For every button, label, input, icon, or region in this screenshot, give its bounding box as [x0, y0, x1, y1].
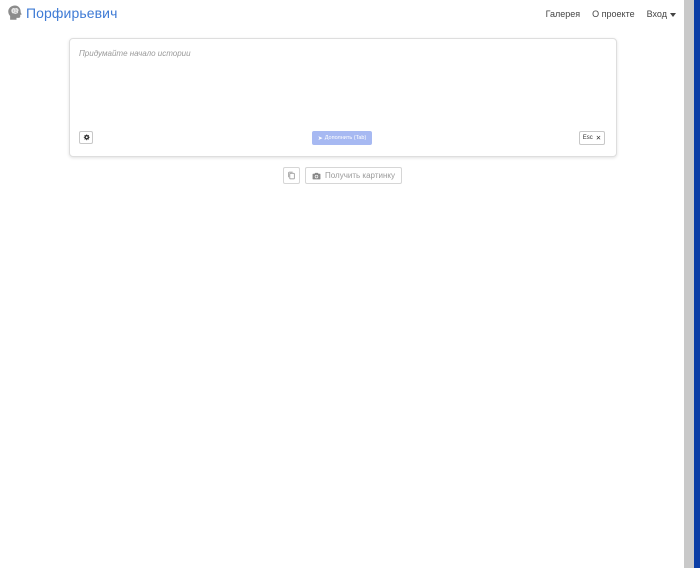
camera-icon: [312, 172, 321, 180]
brain-head-icon: [8, 5, 22, 20]
esc-button-label: Esc: [582, 135, 593, 141]
send-arrow-icon: ➤: [317, 135, 323, 142]
scrollbar-track-edge: [684, 0, 694, 568]
story-input[interactable]: [79, 49, 599, 129]
nav-login-label: Вход: [646, 9, 667, 19]
brand-link[interactable]: Порфирьевич: [6, 4, 118, 22]
nav-login-dropdown[interactable]: Вход: [647, 9, 676, 19]
scrollbar[interactable]: [684, 0, 700, 568]
caret-down-icon: [670, 12, 676, 17]
scrollbar-thumb[interactable]: [694, 0, 700, 568]
navbar: Порфирьевич Галерея О проекте Вход: [0, 0, 684, 30]
nav-gallery[interactable]: Галерея: [546, 9, 581, 19]
get-picture-label: Получить картинку: [325, 171, 395, 180]
close-icon: ✕: [595, 135, 602, 142]
gear-icon: [83, 134, 90, 141]
complete-button-label: Дополнить (Tab): [324, 135, 367, 141]
page: Порфирьевич Галерея О проекте Вход ➤ Доп…: [0, 0, 700, 568]
esc-button[interactable]: Esc ✕: [579, 131, 605, 145]
complete-button[interactable]: ➤ Дополнить (Tab): [312, 131, 372, 145]
copy-icon: [288, 171, 295, 180]
get-picture-button[interactable]: Получить картинку: [305, 167, 402, 184]
copy-button[interactable]: [283, 167, 300, 184]
settings-button[interactable]: [79, 131, 93, 144]
brand-name: Порфирьевич: [26, 5, 118, 21]
nav-about[interactable]: О проекте: [592, 9, 634, 19]
nav-links: Галерея О проекте Вход: [534, 9, 676, 19]
viewport: Порфирьевич Галерея О проекте Вход ➤ Доп…: [0, 0, 684, 568]
